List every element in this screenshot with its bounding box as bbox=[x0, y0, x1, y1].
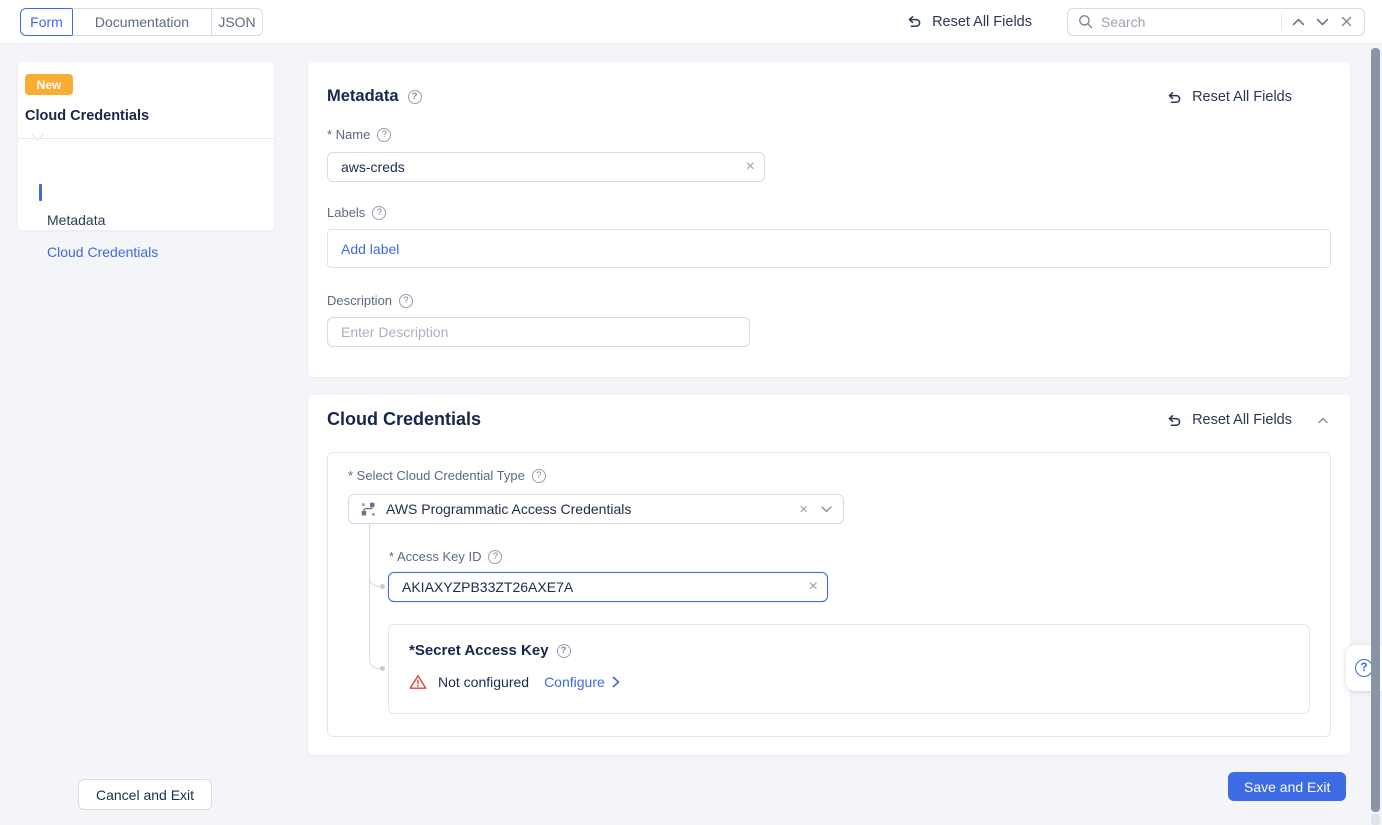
labels-label: Labels bbox=[327, 205, 386, 220]
collapse-section-button[interactable] bbox=[1318, 417, 1328, 424]
creds-reset-button[interactable]: Reset All Fields bbox=[1166, 412, 1292, 428]
active-item-indicator bbox=[39, 184, 42, 201]
help-icon[interactable] bbox=[488, 550, 502, 564]
chevron-right-icon bbox=[612, 676, 620, 688]
undo-icon bbox=[1166, 90, 1183, 105]
creds-reset-label: Reset All Fields bbox=[1192, 412, 1292, 428]
access-key-input[interactable] bbox=[388, 572, 828, 602]
help-icon[interactable] bbox=[377, 128, 391, 142]
name-field-wrap bbox=[327, 152, 765, 182]
view-tabs: Form Documentation JSON bbox=[20, 8, 263, 36]
help-icon[interactable] bbox=[372, 206, 386, 220]
tree-connector bbox=[369, 524, 382, 669]
sidebar-title: Cloud Credentials bbox=[25, 108, 149, 124]
access-key-field-wrap bbox=[388, 572, 828, 602]
credential-type-value: AWS Programmatic Access Credentials bbox=[386, 501, 631, 517]
metadata-section: Metadata Reset All Fields * Name Labels … bbox=[308, 62, 1350, 377]
credential-type-select[interactable]: AWS Programmatic Access Credentials bbox=[348, 494, 844, 524]
description-input[interactable] bbox=[327, 317, 750, 347]
clear-icon[interactable] bbox=[746, 159, 755, 175]
search-prev-button[interactable] bbox=[1290, 14, 1306, 30]
creds-header-actions: Reset All Fields bbox=[1166, 412, 1328, 428]
cloud-credentials-section: Cloud Credentials Reset All Fields * Sel… bbox=[308, 395, 1350, 755]
tab-form[interactable]: Form bbox=[20, 8, 73, 36]
sidebar-item-cloud-credentials[interactable]: Cloud Credentials bbox=[47, 244, 158, 260]
chevron-down-icon[interactable] bbox=[821, 506, 832, 513]
help-icon[interactable] bbox=[408, 90, 422, 104]
topbar: Form Documentation JSON Reset All Fields bbox=[0, 0, 1382, 44]
search-input[interactable] bbox=[1101, 14, 1273, 30]
metadata-reset-button[interactable]: Reset All Fields bbox=[1166, 89, 1292, 105]
help-icon[interactable] bbox=[399, 294, 413, 308]
warning-icon bbox=[409, 674, 427, 690]
secret-access-key-card: *Secret Access Key Not configured Config… bbox=[388, 624, 1310, 714]
undo-icon bbox=[906, 14, 923, 29]
secret-status-text: Not configured bbox=[438, 674, 529, 690]
configure-link[interactable]: Configure bbox=[544, 674, 620, 690]
description-field-wrap bbox=[327, 317, 750, 347]
help-icon[interactable] bbox=[557, 644, 571, 658]
description-label: Description bbox=[327, 293, 413, 308]
help-icon[interactable] bbox=[532, 469, 546, 483]
search-close-button[interactable] bbox=[1338, 14, 1354, 30]
search-next-button[interactable] bbox=[1314, 14, 1330, 30]
name-input[interactable] bbox=[327, 152, 765, 182]
save-and-exit-button[interactable]: Save and Exit bbox=[1228, 772, 1346, 801]
clear-icon[interactable] bbox=[809, 579, 818, 595]
new-badge: New bbox=[25, 74, 73, 95]
cancel-and-exit-button[interactable]: Cancel and Exit bbox=[78, 779, 212, 810]
metadata-section-header: Metadata bbox=[327, 87, 422, 106]
tree-connector-dot bbox=[380, 666, 385, 671]
topbar-right: Reset All Fields bbox=[906, 8, 1365, 36]
tab-documentation[interactable]: Documentation bbox=[72, 8, 212, 36]
labels-box: Add label bbox=[327, 229, 1331, 268]
metadata-reset-label: Reset All Fields bbox=[1192, 89, 1292, 105]
search-divider bbox=[1281, 14, 1282, 30]
add-label-link[interactable]: Add label bbox=[341, 241, 399, 257]
cloud-credentials-title: Cloud Credentials bbox=[327, 409, 481, 430]
undo-icon bbox=[1166, 413, 1183, 428]
clear-selection-icon[interactable] bbox=[799, 502, 808, 517]
select-controls bbox=[799, 502, 832, 517]
credential-type-icon bbox=[360, 501, 377, 518]
search-icon bbox=[1078, 14, 1093, 29]
sidebar-card: New Cloud Credentials Metadata Cloud Cre… bbox=[18, 62, 274, 230]
tab-json[interactable]: JSON bbox=[211, 8, 263, 36]
sidebar-divider bbox=[18, 138, 274, 139]
reset-all-fields-label: Reset All Fields bbox=[932, 14, 1032, 30]
secret-access-key-title: *Secret Access Key bbox=[409, 642, 1289, 659]
name-label: * Name bbox=[327, 127, 391, 142]
metadata-title: Metadata bbox=[327, 87, 399, 106]
reset-all-fields-button[interactable]: Reset All Fields bbox=[906, 14, 1032, 30]
credential-form-box: * Select Cloud Credential Type AWS Progr… bbox=[327, 452, 1331, 737]
sidebar-item-metadata[interactable]: Metadata bbox=[47, 212, 105, 228]
access-key-label: * Access Key ID bbox=[389, 549, 502, 564]
tree-connector-dot bbox=[380, 584, 385, 589]
scrollbar-track bbox=[1371, 814, 1380, 825]
search-box bbox=[1067, 8, 1365, 36]
credential-type-label: * Select Cloud Credential Type bbox=[348, 468, 546, 483]
secret-status-row: Not configured Configure bbox=[409, 674, 1289, 690]
cloud-credentials-header: Cloud Credentials bbox=[327, 409, 481, 430]
scrollbar-thumb[interactable] bbox=[1371, 48, 1380, 812]
